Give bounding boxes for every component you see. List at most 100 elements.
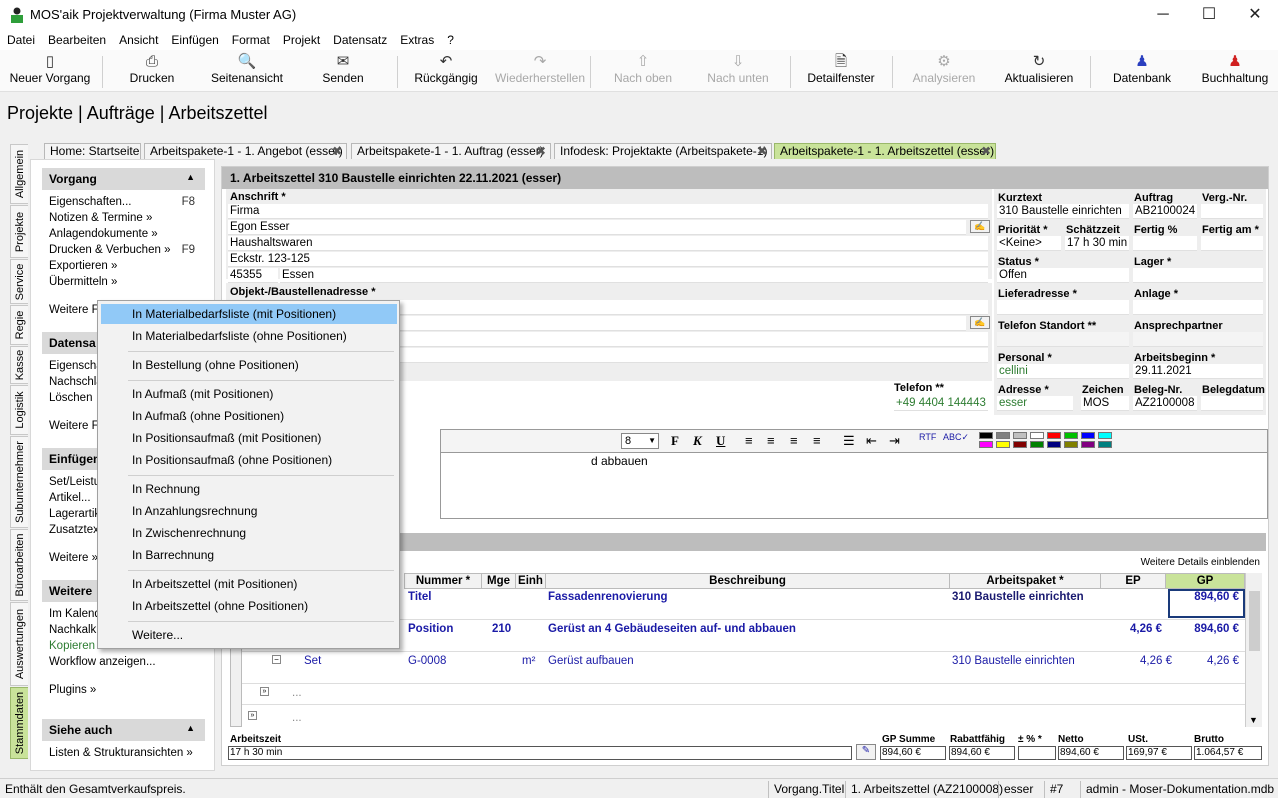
col-gp[interactable]: GP — [1165, 573, 1245, 589]
vtab-service[interactable]: Service — [10, 259, 28, 304]
tab-angebot[interactable]: Arbeitspakete-1 - 1. Angebot (esser) ✖ — [144, 143, 347, 159]
align-left-icon[interactable]: ≡ — [745, 433, 753, 448]
menu-item-bestellung-ohne[interactable]: In Bestellung (ohne Positionen) — [101, 355, 397, 375]
menu-item-anzahlungsrechnung[interactable]: In Anzahlungsrechnung — [101, 501, 397, 521]
close-tab-icon[interactable]: ✖ — [332, 144, 342, 158]
richtext-editor[interactable]: d abbauen — [440, 453, 1268, 519]
signature-icon[interactable]: ✍ — [970, 316, 990, 329]
font-size-select[interactable]: 8 ▼ — [621, 433, 659, 449]
anschrift-name[interactable]: Egon Esser — [228, 220, 966, 235]
color-swatch[interactable] — [1098, 432, 1112, 439]
color-swatch[interactable] — [1013, 432, 1027, 439]
section-header[interactable]: Siehe auch ▲ — [42, 719, 205, 741]
spellcheck-icon[interactable]: ABC✓ — [943, 432, 969, 443]
anschrift-plz[interactable]: 45355 — [228, 268, 278, 283]
page-preview-button[interactable]: 🔍 Seitenansicht — [200, 52, 294, 90]
expand-node-icon[interactable]: » — [260, 687, 269, 696]
arbeitszeit-field[interactable]: 17 h 30 min — [228, 746, 852, 760]
vtab-bueroarbeiten[interactable]: Büroarbeiten — [10, 529, 28, 601]
objekt-zeile-3[interactable] — [398, 332, 988, 347]
menu-datensatz[interactable]: Datensatz — [326, 30, 393, 47]
menu-item-materialbedarfsliste-ohne[interactable]: In Materialbedarfsliste (ohne Positionen… — [101, 326, 397, 346]
anschrift-zusatz[interactable]: Haushaltswaren — [228, 236, 988, 251]
scroll-down-icon[interactable]: ▼ — [1249, 715, 1258, 725]
close-window-button[interactable]: ✕ — [1232, 0, 1278, 30]
grid-scrollbar[interactable]: ▼ — [1245, 573, 1262, 727]
menu-bearbeiten[interactable]: Bearbeiten — [41, 30, 112, 47]
move-down-button[interactable]: ⇩ Nach unten — [696, 52, 780, 90]
vtab-subunternehmer[interactable]: Subunternehmer — [10, 436, 28, 528]
menu-item-rechnung[interactable]: In Rechnung — [101, 479, 397, 499]
outdent-icon[interactable]: ⇤ — [866, 433, 877, 449]
menu-item-positionsaufmass-mit[interactable]: In Positionsaufmaß (mit Positionen) — [101, 428, 397, 448]
maximize-button[interactable]: ☐ — [1186, 0, 1232, 30]
color-swatch[interactable] — [979, 432, 993, 439]
align-center-icon[interactable]: ≡ — [767, 433, 775, 448]
col-nummer[interactable]: Nummer * — [404, 573, 482, 589]
vtab-auswertungen[interactable]: Auswertungen — [10, 602, 28, 686]
anlage-field[interactable] — [1133, 300, 1263, 315]
color-swatch[interactable] — [1064, 441, 1078, 448]
arbeitsbeginn-field[interactable]: 29.11.2021 — [1133, 364, 1263, 379]
indent-icon[interactable]: ⇥ — [889, 433, 900, 449]
verg-nr-field[interactable] — [1201, 204, 1263, 219]
col-einh[interactable]: Einh — [515, 573, 546, 589]
vtab-regie[interactable]: Regie — [10, 305, 28, 345]
link-uebermitteln[interactable]: Übermitteln » — [42, 274, 205, 290]
vtab-projekte[interactable]: Projekte — [10, 205, 28, 258]
table-row[interactable]: » ... — [242, 685, 1245, 705]
col-arbeitspaket[interactable]: Arbeitspaket * — [949, 573, 1101, 589]
justify-icon[interactable]: ≡ — [813, 433, 821, 448]
color-swatch[interactable] — [1064, 432, 1078, 439]
weitere-details-link[interactable]: Weitere Details einblenden — [1141, 557, 1260, 568]
italic-icon[interactable]: K — [693, 433, 702, 449]
link-listen[interactable]: Listen & Strukturansichten » — [42, 745, 205, 761]
objekt-zeile-2[interactable] — [398, 316, 966, 331]
minimize-button[interactable]: ─ — [1140, 0, 1186, 30]
table-row[interactable]: » ... — [242, 706, 1245, 726]
signature-icon[interactable]: ✍ — [970, 220, 990, 233]
telefon-standort-field[interactable] — [997, 332, 1129, 347]
menu-item-materialbedarfsliste-mit[interactable]: In Materialbedarfsliste (mit Positionen) — [101, 304, 397, 324]
menu-help[interactable]: ? — [440, 30, 460, 47]
close-tab-icon[interactable]: ✖ — [981, 144, 991, 158]
ansprechpartner-field[interactable] — [1133, 332, 1263, 347]
link-anlagendokumente[interactable]: Anlagendokumente » — [42, 226, 205, 242]
color-swatch[interactable] — [996, 441, 1010, 448]
analyze-button[interactable]: ⚙ Analysieren — [904, 52, 984, 90]
menu-item-aufmass-ohne[interactable]: In Aufmaß (ohne Positionen) — [101, 406, 397, 426]
link-notizen[interactable]: Notizen & Termine » — [42, 210, 205, 226]
new-vorgang-button[interactable]: ▯ Neuer Vorgang — [6, 52, 94, 90]
color-swatch[interactable] — [1047, 432, 1061, 439]
menu-extras[interactable]: Extras — [393, 30, 440, 47]
color-swatch[interactable] — [1013, 441, 1027, 448]
zeichen-field[interactable]: MOS — [1081, 396, 1129, 411]
rtf-icon[interactable]: RTF — [919, 432, 936, 442]
lager-field[interactable] — [1133, 268, 1263, 283]
fertig-prozent-field[interactable] — [1133, 236, 1197, 251]
objekt-zeile-4[interactable] — [398, 348, 988, 363]
undo-button[interactable]: ↶ Rückgängig — [408, 52, 484, 90]
collapse-node-icon[interactable]: − — [272, 655, 281, 664]
refresh-button[interactable]: ↻ Aktualisieren — [998, 52, 1080, 90]
move-up-button[interactable]: ⇧ Nach oben — [604, 52, 682, 90]
lieferadresse-field[interactable] — [997, 300, 1129, 315]
link-exportieren[interactable]: Exportieren » — [42, 258, 205, 274]
adresse-field[interactable]: esser — [997, 396, 1073, 411]
color-swatch[interactable] — [1098, 441, 1112, 448]
belegdatum-field[interactable] — [1201, 396, 1263, 411]
anschrift-strasse[interactable]: Eckstr. 123-125 — [228, 252, 988, 267]
menu-item-positionsaufmass-ohne[interactable]: In Positionsaufmaß (ohne Positionen) — [101, 450, 397, 470]
calculator-icon[interactable]: ✎ — [856, 744, 876, 760]
menu-item-arbeitszettel-ohne[interactable]: In Arbeitszettel (ohne Positionen) — [101, 596, 397, 616]
close-tab-icon[interactable]: ✖ — [536, 144, 546, 158]
color-swatch[interactable] — [996, 432, 1010, 439]
close-tab-icon[interactable]: ✖ — [757, 144, 767, 158]
color-swatch[interactable] — [1081, 441, 1095, 448]
expand-node-icon[interactable]: » — [248, 711, 257, 720]
anschrift-ort[interactable]: Essen — [280, 268, 988, 283]
link-plugins[interactable]: Plugins » — [42, 682, 205, 698]
tab-startseite[interactable]: Home: Startseite — [44, 143, 141, 159]
fertig-am-field[interactable] — [1201, 236, 1263, 251]
menu-datei[interactable]: Datei — [0, 30, 41, 47]
